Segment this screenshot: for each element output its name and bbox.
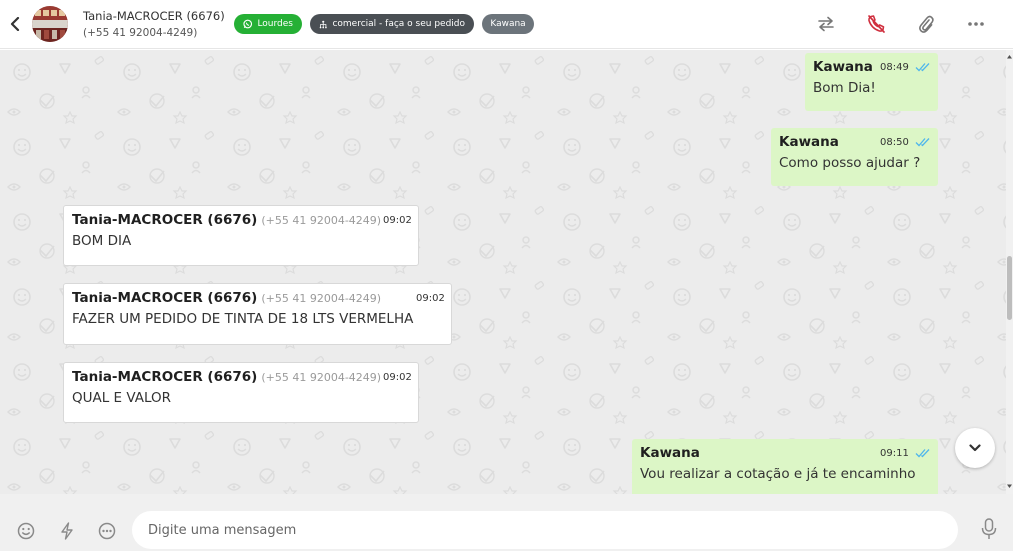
message-time: 09:02: [416, 293, 445, 304]
scroll-down-arrow-icon[interactable]: [1007, 484, 1012, 489]
message-sender: Tania-MACROCER (6676) (+55 41 92004-4249): [72, 290, 443, 306]
message-outgoing[interactable]: Kawana 09:11 Vou realizar a cotação e já…: [632, 439, 938, 494]
message-text: Vou realizar a cotação e já te encaminho: [640, 466, 916, 482]
emoji-button[interactable]: [16, 521, 36, 541]
tag-label: Lourdes: [257, 19, 293, 29]
end-call-button[interactable]: [864, 12, 888, 36]
composer-bar: [0, 494, 1013, 551]
message-incoming[interactable]: Tania-MACROCER (6676) (+55 41 92004-4249)…: [63, 362, 419, 423]
more-options-icon: [968, 22, 984, 26]
lightning-icon: [61, 522, 73, 540]
message-sender: Kawana: [813, 59, 873, 75]
scroll-up-arrow-icon[interactable]: [1007, 54, 1012, 59]
tag-label: comercial - faça o seu pedido: [332, 19, 465, 29]
message-time: 09:02: [383, 372, 412, 383]
tag-user[interactable]: Kawana: [482, 14, 534, 34]
message-list[interactable]: Kawana 08:49 Bom Dia! Kawana 08:50 Como …: [0, 50, 1006, 494]
message-text: Bom Dia!: [813, 80, 876, 96]
dots-circle-icon: [98, 522, 116, 540]
contact-name[interactable]: Tania-MACROCER (6676): [83, 9, 225, 23]
sender-phone: (+55 41 92004-4249): [261, 214, 382, 227]
microphone-icon: [981, 518, 997, 539]
message-sender: Tania-MACROCER (6676) (+55 41 92004-4249): [72, 369, 410, 385]
double-check-icon: [915, 449, 930, 458]
sender-name: Tania-MACROCER (6676): [72, 212, 258, 228]
message-sender: Tania-MACROCER (6676) (+55 41 92004-4249): [72, 212, 410, 228]
quick-replies-button[interactable]: [57, 521, 77, 541]
chevron-down-icon: [969, 444, 981, 452]
message-time: 09:11: [880, 448, 909, 459]
end-call-icon: [868, 15, 885, 33]
back-button[interactable]: [6, 14, 24, 34]
scrollbar[interactable]: [1006, 50, 1013, 494]
double-check-icon: [915, 63, 930, 72]
contact-phone: (+55 41 92004-4249): [83, 27, 198, 39]
tag-department[interactable]: comercial - faça o seu pedido: [310, 14, 474, 34]
message-incoming[interactable]: Tania-MACROCER (6676) (+55 41 92004-4249)…: [63, 205, 419, 266]
sender-phone: (+55 41 92004-4249): [261, 292, 382, 305]
message-outgoing[interactable]: Kawana 08:49 Bom Dia!: [805, 53, 938, 111]
emoji-icon: [17, 522, 35, 540]
more-options-button[interactable]: [964, 12, 988, 36]
chat-wallpaper: [0, 50, 1006, 494]
message-time: 08:49: [880, 62, 909, 73]
chat-header: Tania-MACROCER (6676) (+55 41 92004-4249…: [0, 0, 1013, 49]
message-outgoing[interactable]: Kawana 08:50 Como posso ajudar ?: [771, 128, 938, 186]
whatsapp-icon: [243, 19, 253, 29]
message-text: BOM DIA: [72, 233, 132, 249]
message-time: 08:50: [880, 137, 909, 148]
sender-name: Tania-MACROCER (6676): [72, 369, 258, 385]
message-incoming[interactable]: Tania-MACROCER (6676) (+55 41 92004-4249)…: [63, 283, 452, 345]
sender-name: Tania-MACROCER (6676): [72, 290, 258, 306]
message-text: FAZER UM PEDIDO DE TINTA DE 18 LTS VERME…: [72, 311, 414, 327]
tag-label: Kawana: [490, 19, 526, 29]
sender-phone: (+55 41 92004-4249): [261, 371, 382, 384]
scrollbar-thumb[interactable]: [1007, 256, 1012, 320]
double-check-icon: [915, 138, 930, 147]
message-text: Como posso ajudar ?: [779, 155, 921, 171]
transfer-button[interactable]: [814, 12, 838, 36]
attachment-icon: [919, 15, 934, 33]
chevron-left-icon: [10, 17, 20, 31]
scroll-to-bottom-button[interactable]: [955, 428, 995, 468]
transfer-icon: [818, 16, 834, 32]
tag-agent[interactable]: Lourdes: [234, 14, 302, 34]
message-input[interactable]: [132, 511, 958, 549]
sitemap-icon: [319, 20, 327, 28]
more-composer-options-button[interactable]: [97, 521, 117, 541]
avatar[interactable]: [32, 6, 68, 42]
voice-message-button[interactable]: [979, 518, 999, 539]
attach-button[interactable]: [914, 12, 938, 36]
message-text: QUAL E VALOR: [72, 390, 172, 406]
message-time: 09:02: [383, 215, 412, 226]
